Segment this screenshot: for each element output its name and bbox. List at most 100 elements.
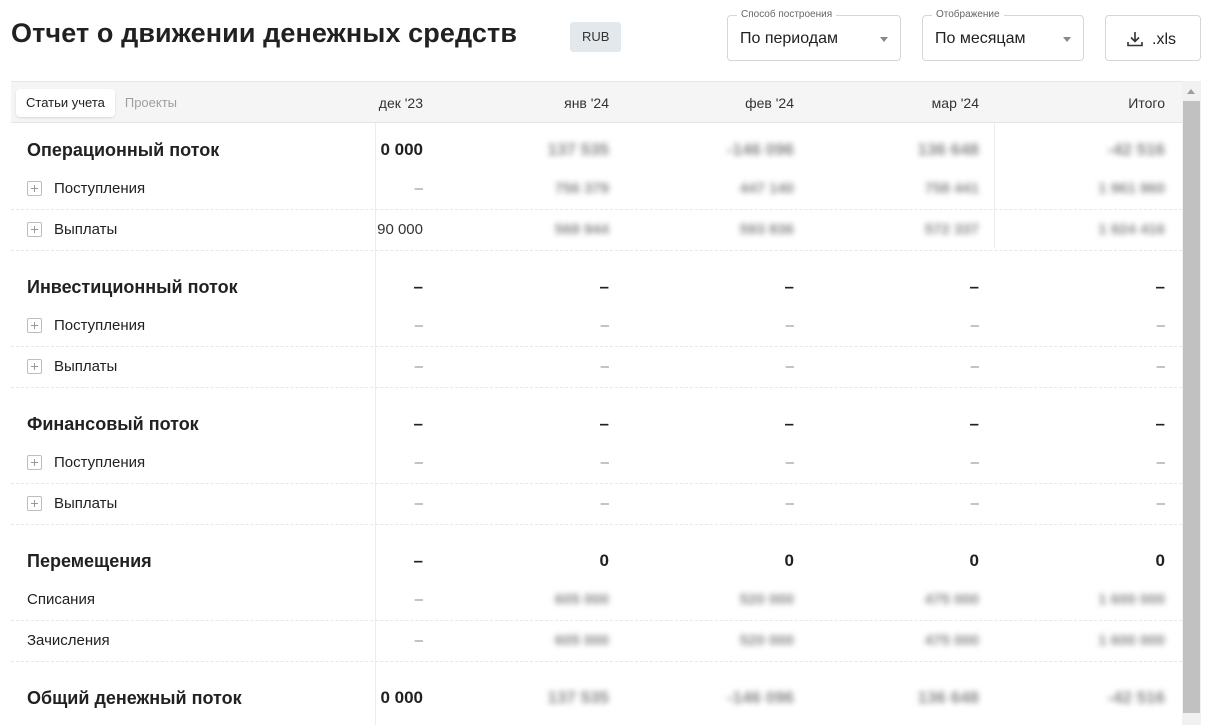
table-cell: – [1155, 414, 1165, 433]
section-title: Инвестиционный поток [27, 277, 238, 297]
table-row[interactable]: Поступления – – – – – [11, 443, 1182, 484]
table-cell: – [785, 495, 794, 512]
tab-accounts[interactable]: Статьи учета [16, 89, 115, 117]
table-cell: 605 000 [554, 632, 609, 649]
expand-icon[interactable] [27, 318, 42, 333]
table-cell: – [1155, 277, 1165, 296]
table-cell: 0 000 [380, 688, 423, 707]
vertical-scrollbar[interactable] [1182, 81, 1201, 725]
table-cell: – [784, 277, 794, 296]
section-row[interactable]: Операционный поток 0 000 137 535 -146 096 13… [11, 127, 1182, 168]
table-cell: 572 337 [924, 221, 979, 238]
table-cell: – [970, 495, 979, 512]
expand-icon[interactable] [27, 359, 42, 374]
table-cell: 136 648 [917, 688, 979, 707]
total-title: Общий денежный поток [27, 688, 242, 708]
display-mode-value: По месяцам [935, 30, 1026, 47]
table-cell: 0 000 [380, 140, 423, 159]
table-cell: 756 379 [554, 180, 609, 197]
table-header: Статьи учета Проекты дек '23 янв '24 фев… [11, 81, 1182, 123]
table-cell: – [413, 551, 423, 570]
table-cell: – [600, 495, 609, 512]
display-mode-legend: Отображение [932, 9, 1004, 21]
table-cell: – [599, 414, 609, 433]
table-row[interactable]: Выплаты – – – – – [11, 484, 1182, 525]
row-label-wrap: Списания [27, 591, 95, 608]
expand-icon[interactable] [27, 222, 42, 237]
table-cell: – [414, 358, 423, 375]
row-label: Поступления [54, 454, 146, 471]
page-title: Отчет о движении денежных средств [11, 18, 518, 48]
table-cell: 1 600 000 [1098, 632, 1165, 649]
table-cell: 0 [1155, 551, 1165, 570]
expand-icon[interactable] [27, 181, 42, 196]
row-label-wrap: Выплаты [27, 221, 117, 238]
table-cell: – [970, 454, 979, 471]
table-cell: – [413, 414, 423, 433]
table-cell: – [414, 317, 423, 334]
table-cell: – [969, 414, 979, 433]
row-label-wrap: Выплаты [27, 358, 117, 375]
table-cell: 520 000 [739, 591, 794, 608]
table-row[interactable]: Поступления – – – – – [11, 306, 1182, 347]
scroll-up-icon[interactable] [1187, 89, 1195, 94]
table-cell: 1 600 000 [1098, 591, 1165, 608]
table-cell: 1 924 416 [1098, 221, 1165, 238]
table-cell: – [414, 632, 423, 649]
table-cell: – [785, 317, 794, 334]
table-cell: – [600, 317, 609, 334]
table-row[interactable]: Выплаты – – – – – [11, 347, 1182, 388]
table-cell: 475 000 [924, 591, 979, 608]
table-row[interactable]: Зачисления – 605 000 520 000 475 000 1 600 00… [11, 621, 1182, 662]
table-cell: – [1156, 454, 1165, 471]
table-cell: – [413, 277, 423, 296]
row-label-wrap: Поступления [27, 180, 145, 197]
table-row[interactable]: Поступления – 756 379 447 140 758 441 1 961 9… [11, 169, 1182, 210]
column-header[interactable]: фев '24 [694, 82, 794, 124]
expand-icon[interactable] [27, 455, 42, 470]
column-header[interactable]: мар '24 [879, 82, 979, 124]
row-label: Зачисления [27, 632, 110, 649]
table-cell: – [414, 454, 423, 471]
table-cell: -42 516 [1107, 688, 1165, 707]
export-xls-button[interactable]: .xls [1105, 15, 1201, 61]
expand-icon[interactable] [27, 496, 42, 511]
table-cell: -146 096 [726, 140, 794, 159]
table-cell: 137 535 [547, 688, 609, 707]
column-header[interactable]: Итого [1064, 82, 1165, 124]
table-cell: – [414, 495, 423, 512]
build-method-select[interactable]: Способ построения По периодам [727, 9, 901, 61]
table-cell: 0 [599, 551, 609, 570]
table-cell: – [969, 277, 979, 296]
table-cell: 90 000 [377, 221, 423, 238]
section-title: Операционный поток [27, 140, 220, 160]
display-mode-select[interactable]: Отображение По месяцам [922, 9, 1084, 61]
column-header[interactable]: дек '23 [351, 82, 423, 124]
table-cell: – [414, 180, 423, 197]
table-cell: 568 944 [554, 221, 609, 238]
table-row[interactable]: Выплаты 90 000 568 944 593 836 572 337 1 924 … [11, 210, 1182, 251]
section-row[interactable]: Перемещения – 0 0 0 0 [11, 538, 1182, 579]
build-method-legend: Способ построения [737, 9, 837, 21]
row-label-wrap: Поступления [27, 317, 145, 334]
table-row[interactable]: Списания – 605 000 520 000 475 000 1 600 000 [11, 580, 1182, 621]
section-title: Финансовый поток [27, 414, 199, 434]
row-label-wrap: Поступления [27, 454, 145, 471]
chevron-down-icon [1063, 37, 1071, 42]
chevron-down-icon [880, 37, 888, 42]
total-row[interactable]: Общий денежный поток 0 000 137 535 -146 096… [11, 675, 1182, 716]
cashflow-table: Статьи учета Проекты дек '23 янв '24 фев… [11, 81, 1201, 725]
section-row[interactable]: Инвестиционный поток – – – – – [11, 264, 1182, 305]
table-cell: – [599, 277, 609, 296]
tab-projects[interactable]: Проекты [115, 89, 187, 117]
scrollbar-thumb[interactable] [1183, 101, 1200, 713]
row-label: Выплаты [54, 221, 118, 238]
export-xls-label: .xls [1152, 31, 1176, 48]
column-header[interactable]: янв '24 [511, 82, 609, 124]
table-cell: – [785, 454, 794, 471]
table-cell: 0 [969, 551, 979, 570]
section-row[interactable]: Финансовый поток – – – – – [11, 401, 1182, 442]
build-method-value: По периодам [740, 30, 839, 47]
table-cell: 593 836 [739, 221, 794, 238]
table-cell: – [1156, 317, 1165, 334]
